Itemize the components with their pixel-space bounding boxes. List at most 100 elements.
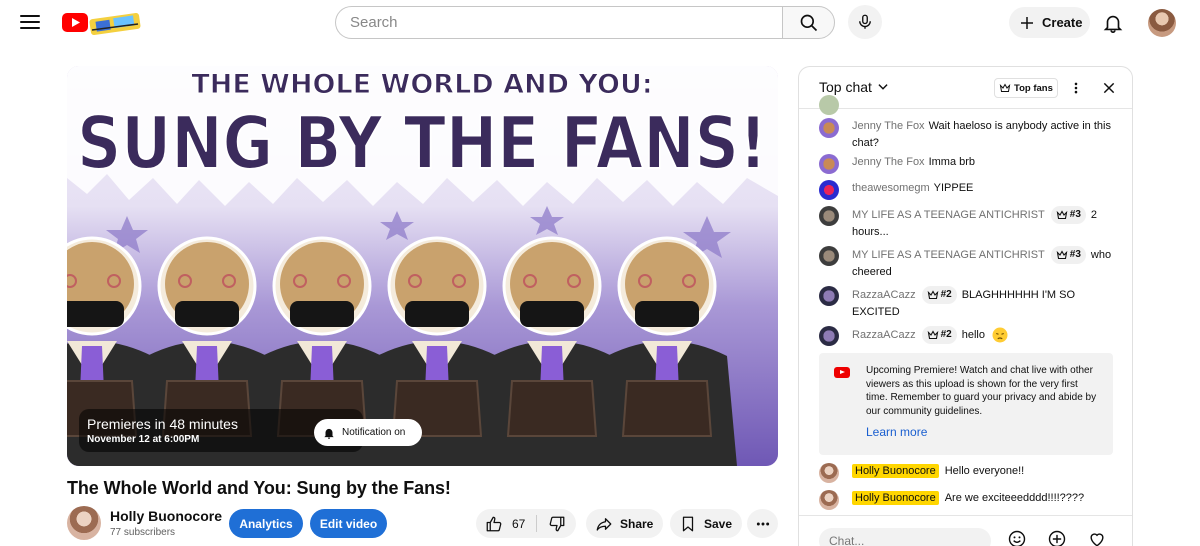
save-label: Save (704, 516, 733, 531)
chat-text: Hello everyone!! (944, 465, 1025, 477)
chat-input[interactable] (819, 528, 991, 546)
chat-owner-author[interactable]: Holly Buonocore (852, 491, 939, 505)
youtube-play-icon (834, 367, 850, 378)
live-chat-panel: Top chat Top fans Jenny The Fox Wait hael… (798, 66, 1133, 546)
notification-toggle-button[interactable]: Notification on (314, 419, 422, 446)
like-dislike-group: 67 (476, 509, 576, 538)
chat-message: theawesomegm YIPPEE (819, 180, 1119, 200)
crown-icon (1056, 210, 1068, 220)
chat-avatar (819, 95, 839, 115)
learn-more-link[interactable]: Learn more (866, 425, 927, 439)
top-fan-badge: #2 (921, 286, 957, 304)
top-fans-label: Top fans (1014, 82, 1053, 94)
chat-message: Jenny The Fox Imma brb (819, 154, 1119, 174)
heart-button[interactable] (1086, 528, 1108, 546)
top-fan-badge: #2 (921, 326, 957, 344)
chat-more-button[interactable] (1067, 78, 1085, 98)
search-icon (800, 14, 817, 31)
video-player[interactable]: THE WHOLE WORLD AND YOU: SUNG BY THE FANS… (67, 66, 778, 466)
more-actions-button[interactable] (747, 509, 778, 538)
heart-icon (1090, 533, 1104, 546)
chat-message: RazzaACazz #2 hello (819, 326, 1119, 346)
chat-avatar (819, 326, 839, 346)
chat-avatar (819, 246, 839, 266)
emoji-button[interactable] (1006, 528, 1028, 546)
chat-author[interactable]: MY LIFE AS A TEENAGE ANTICHRIST (852, 249, 1045, 261)
crown-icon (927, 290, 938, 300)
create-label: Create (1042, 15, 1083, 30)
close-icon (1103, 82, 1115, 94)
smiley-icon (1008, 530, 1026, 546)
analytics-button[interactable]: Analytics (229, 509, 303, 538)
video-title: The Whole World and You: Sung by the Fan… (67, 478, 451, 498)
chat-message: MY LIFE AS A TEENAGE ANTICHRIST #3 who che… (819, 246, 1119, 281)
chat-avatar (819, 286, 839, 306)
save-button[interactable]: Save (670, 509, 742, 538)
chat-avatar (819, 206, 839, 226)
channel-avatar[interactable] (67, 506, 101, 540)
chat-message-owner: Holly Buonocore Are we exciteeedddd!!!!??… (819, 490, 1119, 510)
pensive-emoji-icon (992, 327, 1008, 343)
chat-message: RazzaACazz #2 BLAGHHHHHH I'M SO EXCITED (819, 286, 1119, 321)
chat-author[interactable]: Jenny The Fox (852, 120, 925, 132)
chat-owner-author[interactable]: Holly Buonocore (852, 464, 939, 478)
voice-search-button[interactable] (848, 5, 882, 39)
top-fan-badge: #3 (1050, 246, 1086, 264)
plus-circle-icon (1048, 530, 1066, 546)
share-icon (596, 517, 612, 531)
chat-close-button[interactable] (1099, 78, 1119, 98)
premiere-notice: Upcoming Premiere! Watch and chat live w… (819, 353, 1113, 455)
chat-input-bar (799, 515, 1132, 546)
thumbnail-title-line1: THE WHOLE WORLD AND YOU: (191, 69, 652, 100)
chat-author[interactable]: theawesomegm (852, 182, 930, 194)
chat-author[interactable]: RazzaACazz (852, 329, 916, 341)
chat-mode-dropdown[interactable]: Top chat (819, 79, 890, 95)
notifications-button[interactable] (1100, 10, 1126, 36)
chat-avatar (819, 463, 839, 483)
top-fans-button[interactable]: Top fans (994, 78, 1058, 98)
chat-text: Are we exciteeedddd!!!!???? (944, 492, 1085, 504)
badge-rank: #2 (940, 329, 952, 341)
notice-text: Upcoming Premiere! Watch and chat live w… (866, 365, 1097, 417)
subscriber-count: 77 subscribers (110, 527, 176, 538)
chat-author[interactable]: Jenny The Fox (852, 156, 925, 168)
create-button[interactable]: Create (1009, 7, 1090, 38)
search-button[interactable] (782, 6, 835, 39)
channel-name[interactable]: Holly Buonocore (110, 508, 222, 524)
dislike-button[interactable] (537, 509, 576, 538)
chat-avatar (819, 154, 839, 174)
thumbnail-title-line2: SUNG BY THE FANS! (77, 101, 767, 185)
like-count: 67 (512, 516, 526, 531)
chat-avatar (819, 180, 839, 200)
edit-video-button[interactable]: Edit video (310, 509, 387, 538)
like-button[interactable]: 67 (476, 509, 536, 538)
share-label: Share (620, 516, 654, 531)
chat-mode-label: Top chat (819, 79, 872, 95)
thumbs-down-icon (549, 516, 564, 531)
account-avatar[interactable] (1148, 9, 1176, 37)
chat-author[interactable]: RazzaACazz (852, 289, 916, 301)
add-button[interactable] (1046, 528, 1068, 546)
top-fan-badge: #3 (1050, 206, 1086, 224)
microphone-icon (859, 14, 871, 29)
crown-icon (999, 83, 1011, 92)
share-button[interactable]: Share (586, 509, 663, 538)
top-bar: Create (0, 0, 1200, 46)
chat-avatar (819, 118, 839, 138)
chevron-down-icon (878, 84, 888, 90)
chat-author[interactable]: MY LIFE AS A TEENAGE ANTICHRIST (852, 209, 1045, 221)
menu-icon[interactable] (18, 11, 42, 35)
crown-icon (927, 330, 938, 340)
chat-avatar (819, 490, 839, 510)
chat-message: MY LIFE AS A TEENAGE ANTICHRIST #3 2 hours… (819, 206, 1119, 241)
more-vertical-icon (1074, 82, 1078, 94)
crown-icon (1056, 250, 1068, 260)
video-thumbnail: THE WHOLE WORLD AND YOU:SUNG BY THE FANS… (67, 66, 778, 466)
search-input[interactable] (335, 6, 783, 39)
bell-ringing-icon (324, 428, 334, 439)
youtube-logo[interactable] (62, 10, 142, 36)
chat-header: Top chat Top fans (799, 67, 1132, 109)
badge-rank: #3 (1069, 249, 1081, 261)
notification-label: Notification on (342, 427, 406, 438)
chat-text: YIPPEE (933, 182, 974, 194)
